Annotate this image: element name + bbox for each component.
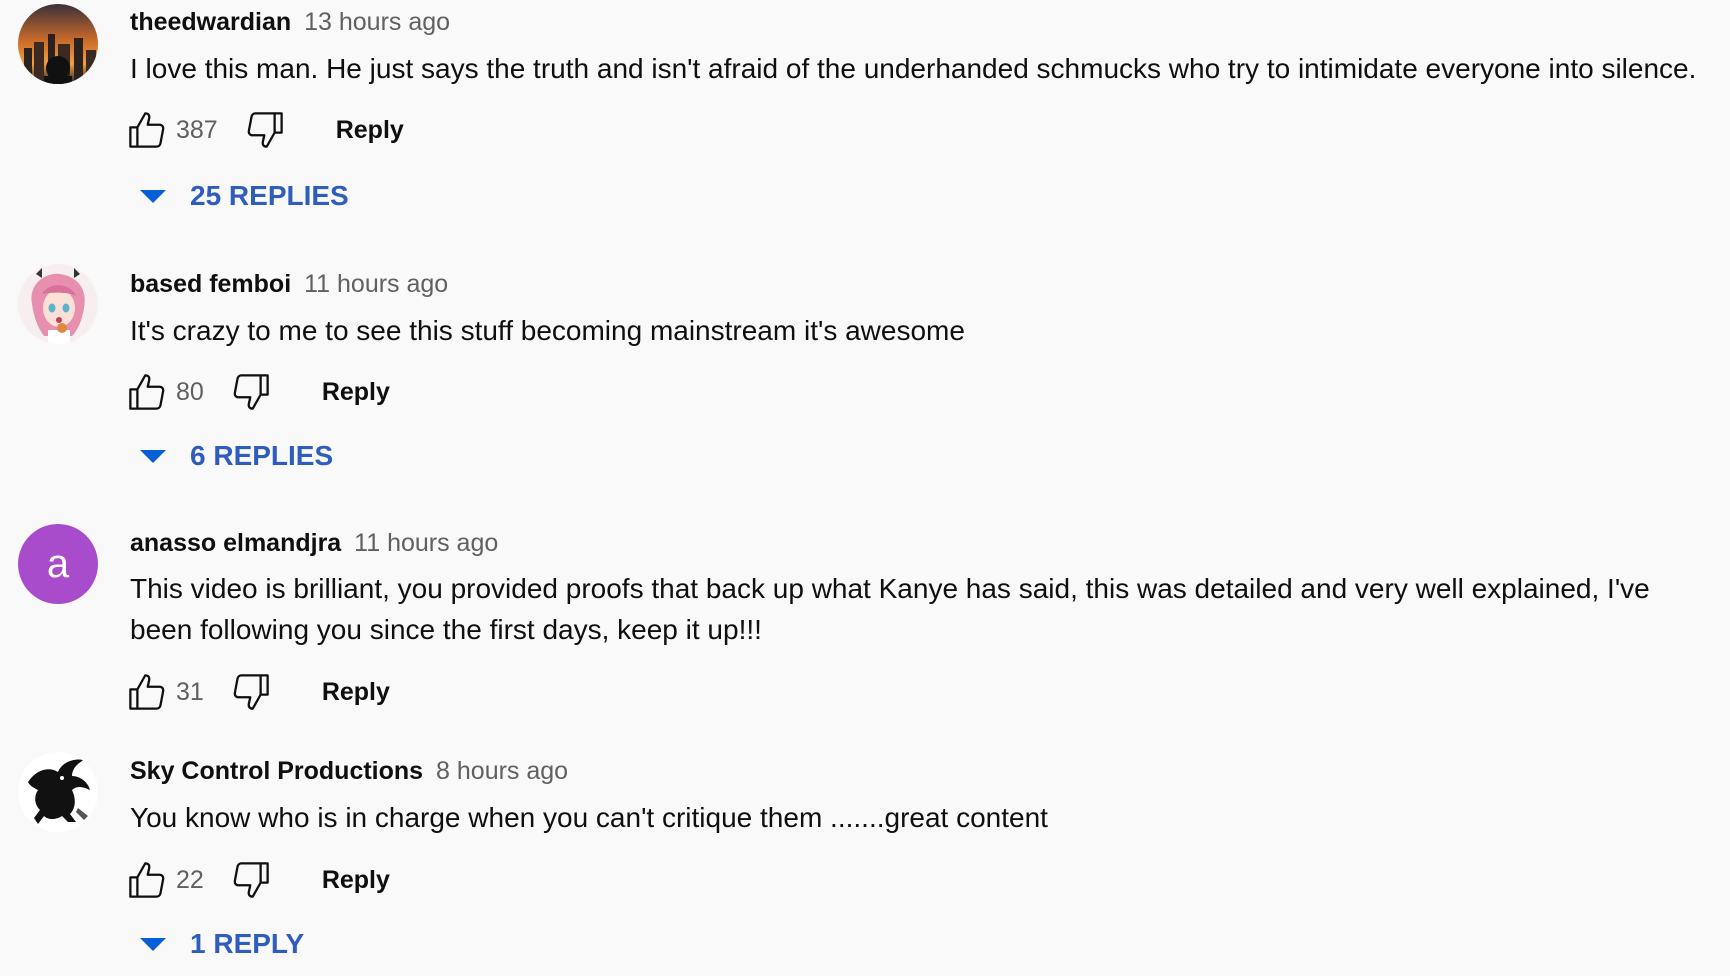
comment-actions: 22 Reply (126, 858, 390, 902)
author-name[interactable]: based femboi (130, 270, 291, 298)
view-replies-button[interactable]: 6 REPLIES (140, 438, 333, 474)
comment-timestamp[interactable]: 13 hours ago (304, 8, 450, 36)
like-button[interactable] (126, 109, 168, 151)
black-dragon-avatar (18, 752, 98, 832)
caret-down-icon (140, 449, 166, 463)
author-name[interactable]: theedwardian (130, 8, 291, 36)
like-count: 387 (176, 115, 218, 144)
comment-text: It's crazy to me to see this stuff becom… (130, 315, 965, 346)
comment-actions: 387 Reply (126, 108, 404, 152)
author-avatar[interactable] (18, 4, 98, 84)
replies-count-label: 1 REPLY (190, 928, 305, 959)
reply-button[interactable]: Reply (322, 678, 390, 707)
author-name[interactable]: Sky Control Productions (130, 757, 423, 785)
caret-down-icon (140, 189, 166, 203)
reply-button[interactable]: Reply (336, 116, 404, 145)
reply-button[interactable]: Reply (322, 866, 390, 895)
author-avatar[interactable] (18, 264, 98, 344)
comment-header: theedwardian 13 hours ago (130, 7, 450, 37)
dislike-button[interactable] (230, 671, 272, 713)
author-avatar[interactable] (18, 752, 98, 832)
thumbs-up-icon (129, 374, 165, 410)
anime-character-avatar (18, 264, 98, 344)
thumbs-up-icon (129, 112, 165, 148)
comment-timestamp[interactable]: 11 hours ago (354, 529, 498, 557)
dislike-button[interactable] (230, 859, 272, 901)
comment-text: I love this man. He just says the truth … (130, 53, 1697, 84)
comment-text: You know who is in charge when you can't… (130, 802, 1048, 833)
replies-count-label: 6 REPLIES (190, 440, 334, 471)
comment-header: Sky Control Productions 8 hours ago (130, 756, 568, 786)
comment-timestamp[interactable]: 8 hours ago (436, 757, 568, 785)
reply-button[interactable]: Reply (322, 378, 390, 407)
caret-down-icon (140, 937, 166, 951)
thumbs-down-icon (233, 374, 269, 410)
dislike-button[interactable] (244, 109, 286, 151)
thumbs-up-icon (129, 862, 165, 898)
comment-header: anasso elmandjra 11 hours ago (130, 528, 498, 558)
like-count: 22 (176, 865, 204, 894)
view-replies-button[interactable]: 1 REPLY (140, 926, 304, 962)
city-skyline-sunset-avatar (18, 4, 98, 84)
comment-actions: 80 Reply (126, 370, 390, 414)
comment-text: This video is brilliant, you provided pr… (130, 573, 1650, 645)
thumbs-up-icon (129, 674, 165, 710)
like-count: 31 (176, 677, 204, 706)
like-button[interactable] (126, 671, 168, 713)
like-button[interactable] (126, 859, 168, 901)
author-avatar[interactable]: a (18, 524, 98, 604)
comment-header: based femboi 11 hours ago (130, 269, 448, 299)
avatar-letter: a (46, 542, 70, 586)
thumbs-down-icon (247, 112, 283, 148)
thumbs-down-icon (233, 674, 269, 710)
author-name[interactable]: anasso elmandjra (130, 529, 341, 557)
comment-timestamp[interactable]: 11 hours ago (304, 270, 448, 298)
replies-count-label: 25 REPLIES (190, 180, 349, 211)
like-count: 80 (176, 377, 204, 406)
like-button[interactable] (126, 371, 168, 413)
view-replies-button[interactable]: 25 REPLIES (140, 178, 349, 214)
dislike-button[interactable] (230, 371, 272, 413)
thumbs-down-icon (233, 862, 269, 898)
comment-actions: 31 Reply (126, 670, 390, 714)
